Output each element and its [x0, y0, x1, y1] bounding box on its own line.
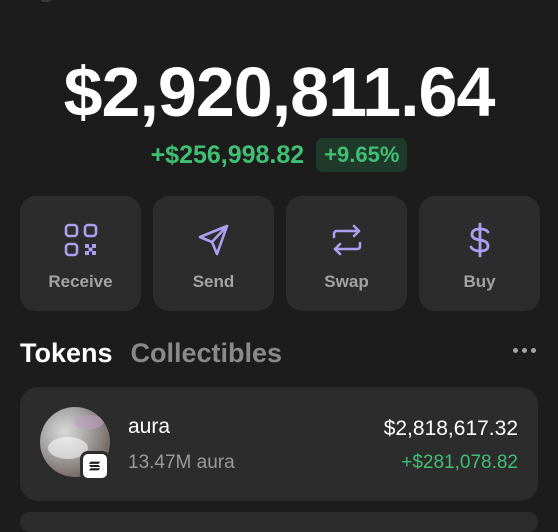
- swap-label: Swap: [324, 272, 369, 291]
- receive-label: Receive: [48, 272, 113, 291]
- token-row-aura[interactable]: aura 13.47M aura $2,818,617.32 +$281,078…: [20, 387, 538, 501]
- top-edge-element: [40, 0, 52, 2]
- swap-button[interactable]: Swap: [286, 196, 407, 311]
- token-quantity: 13.47M aura: [128, 452, 235, 473]
- token-value: $2,818,617.32: [383, 417, 518, 440]
- token-name: aura: [128, 415, 171, 438]
- send-button[interactable]: Send: [153, 196, 274, 311]
- more-dot: [513, 348, 518, 353]
- tab-collectibles[interactable]: Collectibles: [131, 338, 283, 369]
- solana-chain-icon: [80, 451, 110, 481]
- more-dot: [522, 348, 527, 353]
- balance-change-row: +$256,998.82 +9.65%: [0, 138, 558, 172]
- more-options-icon[interactable]: [513, 348, 536, 353]
- quick-actions: Receive Send Swap Buy: [20, 196, 540, 311]
- swap-arrows-icon: [332, 224, 361, 256]
- buy-label: Buy: [463, 272, 496, 291]
- token-change: +$281,078.82: [401, 452, 518, 473]
- paper-plane-icon: [198, 224, 228, 256]
- balance-change-percent-badge: +9.65%: [316, 138, 408, 172]
- asset-tabs: Tokens Collectibles: [20, 338, 282, 369]
- qr-code-icon: [64, 223, 97, 257]
- receive-button[interactable]: Receive: [20, 196, 141, 311]
- balance-change-amount: +$256,998.82: [150, 140, 305, 169]
- solana-logo-icon: [88, 461, 101, 471]
- buy-button[interactable]: Buy: [419, 196, 540, 311]
- token-row-next[interactable]: [20, 512, 538, 532]
- total-balance: $2,920,811.64: [63, 53, 496, 131]
- more-dot: [531, 348, 536, 353]
- tab-tokens[interactable]: Tokens: [20, 338, 113, 369]
- avatar-detail: [74, 415, 104, 429]
- dollar-icon: [469, 222, 489, 258]
- send-label: Send: [192, 272, 235, 291]
